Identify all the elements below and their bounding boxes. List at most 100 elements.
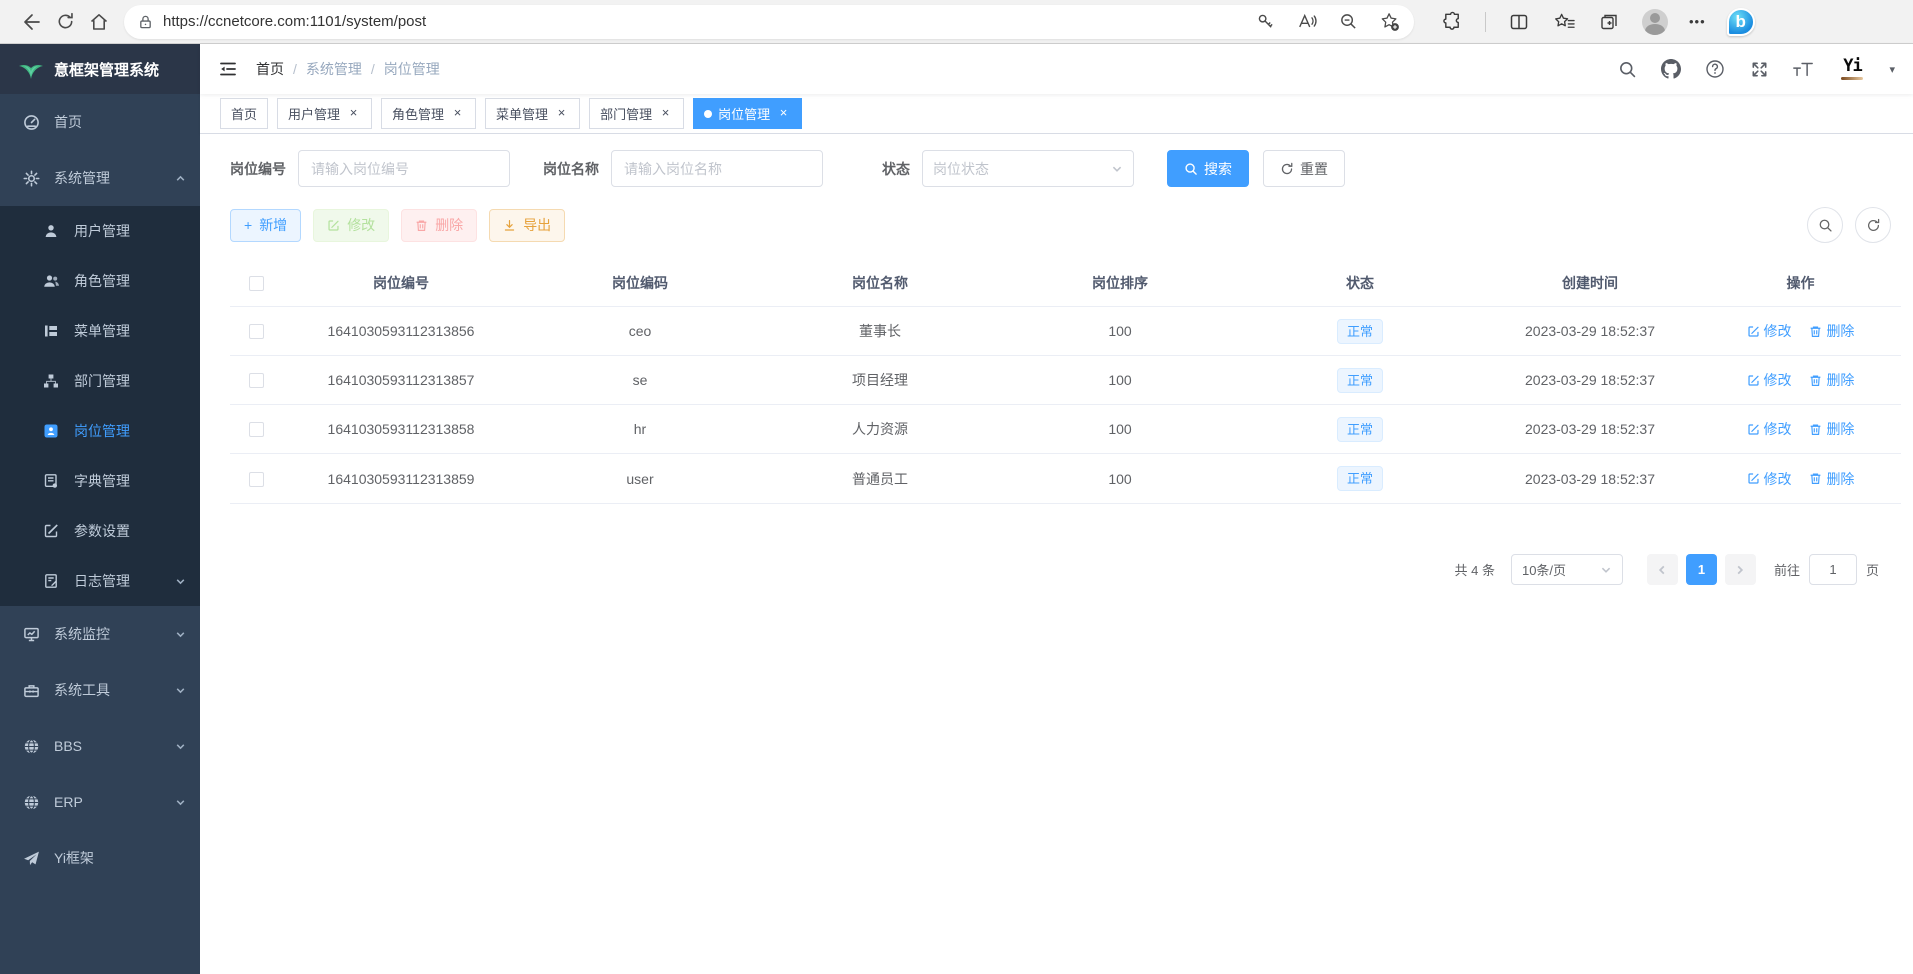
sidebar-item-system-tools[interactable]: 系统工具 [0,662,200,718]
read-aloud-icon[interactable] [1297,12,1317,31]
prev-page-button[interactable] [1647,554,1678,585]
status-select[interactable]: 岗位状态 [922,150,1134,187]
tab-user-management[interactable]: 用户管理 × [277,98,372,129]
goto-unit-label: 页 [1866,560,1879,579]
sidebar-item-bbs[interactable]: BBS [0,718,200,774]
browser-profile-avatar[interactable] [1642,9,1668,35]
tab-home[interactable]: 首页 [220,98,268,129]
row-edit-button[interactable]: 修改 [1747,469,1792,489]
sidebar-item-department-management[interactable]: 部门管理 [0,356,200,406]
sidebar-collapse-icon[interactable] [216,57,240,81]
show-search-toggle-button[interactable] [1807,207,1843,243]
fullscreen-icon[interactable] [1747,57,1771,81]
row-edit-button[interactable]: 修改 [1747,370,1792,390]
tab-menu-management[interactable]: 菜单管理 × [485,98,580,129]
tab-role-management[interactable]: 角色管理 × [381,98,476,129]
delete-button[interactable]: 删除 [401,209,477,242]
row-edit-button[interactable]: 修改 [1747,419,1792,439]
help-question-icon[interactable] [1703,57,1727,81]
row-delete-button[interactable]: 删除 [1809,419,1854,439]
paper-plane-icon [22,850,40,867]
top-navbar: 首页 / 系统管理 / 岗位管理 [200,44,1913,94]
tab-close-icon[interactable]: × [346,106,361,121]
bing-chat-icon[interactable]: b [1727,8,1755,36]
export-button[interactable]: 导出 [489,209,565,242]
cell-post-code: ceo [520,323,760,339]
zoom-out-icon[interactable] [1339,12,1358,31]
collections-icon[interactable] [1597,10,1621,34]
row-delete-button[interactable]: 删除 [1809,469,1854,489]
url-text[interactable]: https://ccnetcore.com:1101/system/post [163,13,1256,30]
sidebar-item-log-management[interactable]: 日志管理 [0,556,200,606]
table-toolbar: + 新增 修改 删除 导出 [230,207,1901,243]
sidebar-item-label: BBS [54,738,82,754]
tab-close-icon[interactable]: × [658,106,673,121]
password-key-icon[interactable] [1256,12,1275,31]
user-avatar[interactable]: Yi [1835,52,1869,86]
add-button[interactable]: + 新增 [230,209,301,242]
split-screen-icon[interactable] [1507,10,1531,34]
refresh-table-button[interactable] [1855,207,1891,243]
row-checkbox[interactable] [249,324,264,339]
monitor-icon [22,626,40,643]
goto-page-input[interactable] [1809,554,1857,585]
next-page-button[interactable] [1725,554,1756,585]
tab-department-management[interactable]: 部门管理 × [589,98,684,129]
sidebar-item-label: 菜单管理 [74,321,130,341]
post-code-label: 岗位编号 [230,159,286,179]
row-checkbox[interactable] [249,422,264,437]
sidebar-item-system-monitor[interactable]: 系统监控 [0,606,200,662]
status-badge: 正常 [1337,417,1383,442]
text-size-icon[interactable] [1791,57,1815,81]
sidebar-item-menu-management[interactable]: 菜单管理 [0,306,200,356]
sidebar-item-home[interactable]: 首页 [0,94,200,150]
tab-close-icon[interactable]: × [776,106,791,121]
address-bar[interactable]: https://ccnetcore.com:1101/system/post [124,5,1414,39]
reset-button[interactable]: 重置 [1263,150,1345,187]
favorites-bar-icon[interactable] [1552,10,1576,34]
add-favorite-star-icon[interactable] [1380,12,1400,32]
tab-label: 用户管理 [288,104,340,123]
sidebar-item-dictionary-management[interactable]: 字典管理 [0,456,200,506]
col-header-actions: 操作 [1700,273,1901,293]
row-checkbox[interactable] [249,472,264,487]
browser-home-button[interactable] [82,5,116,39]
breadcrumb: 首页 / 系统管理 / 岗位管理 [256,59,440,79]
sidebar-item-yi-framework[interactable]: Yi框架 [0,830,200,886]
edit-button[interactable]: 修改 [313,209,389,242]
breadcrumb-home[interactable]: 首页 [256,59,284,79]
row-edit-button[interactable]: 修改 [1747,321,1792,341]
cell-post-sort: 100 [1000,421,1240,437]
post-name-input[interactable] [611,150,823,187]
sidebar-item-post-management[interactable]: 岗位管理 [0,406,200,456]
tab-close-icon[interactable]: × [450,106,465,121]
sidebar-item-erp[interactable]: ERP [0,774,200,830]
browser-refresh-button[interactable] [48,5,82,39]
site-security-lock-icon[interactable] [138,14,153,30]
row-checkbox[interactable] [249,373,264,388]
cell-post-sort: 100 [1000,471,1240,487]
github-icon[interactable] [1659,57,1683,81]
chevron-down-icon [1111,163,1123,175]
sidebar-item-role-management[interactable]: 角色管理 [0,256,200,306]
browser-settings-more-icon[interactable]: ••• [1689,14,1706,29]
row-delete-button[interactable]: 删除 [1809,370,1854,390]
sidebar-item-system-management[interactable]: 系统管理 [0,150,200,206]
post-code-input[interactable] [298,150,510,187]
extensions-icon[interactable] [1440,10,1464,34]
select-all-checkbox[interactable] [249,276,264,291]
avatar-caret-down-icon[interactable]: ▾ [1889,63,1895,76]
col-header-post-name: 岗位名称 [760,273,1000,293]
row-delete-button[interactable]: 删除 [1809,321,1854,341]
sidebar-item-user-management[interactable]: 用户管理 [0,206,200,256]
search-button[interactable]: 搜索 [1167,150,1249,187]
tab-close-icon[interactable]: × [554,106,569,121]
tab-label: 岗位管理 [718,104,770,123]
page-size-select[interactable]: 10条/页 [1511,554,1623,585]
tab-post-management-active[interactable]: 岗位管理 × [693,98,802,129]
sidebar-item-parameter-settings[interactable]: 参数设置 [0,506,200,556]
page-number-button[interactable]: 1 [1686,554,1717,585]
browser-back-button[interactable] [14,5,48,39]
header-search-icon[interactable] [1615,57,1639,81]
col-header-post-sort: 岗位排序 [1000,273,1240,293]
